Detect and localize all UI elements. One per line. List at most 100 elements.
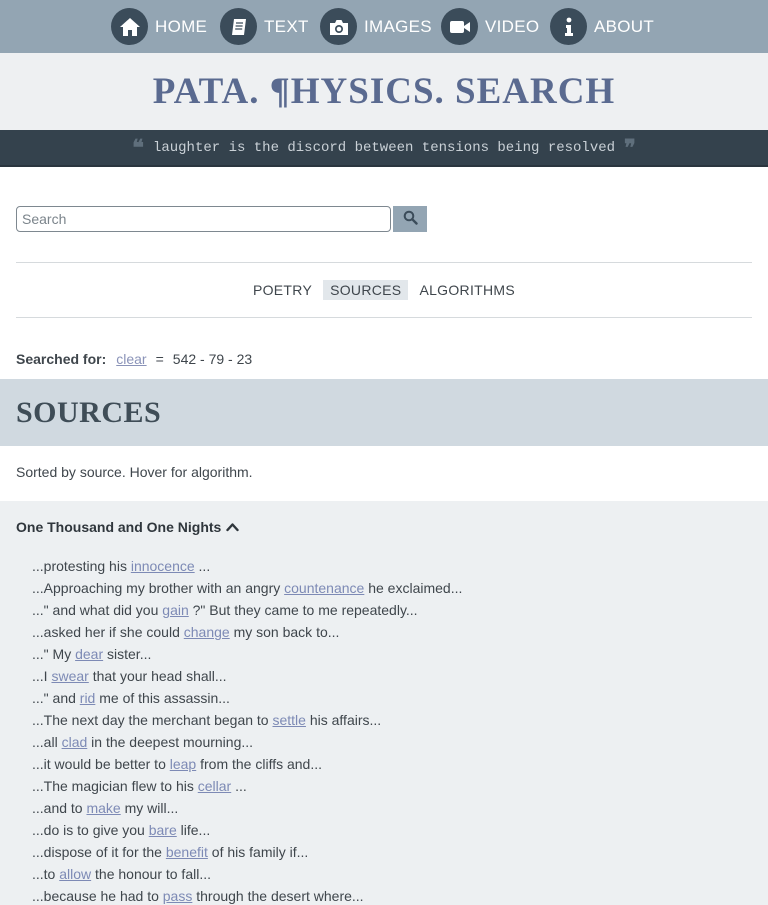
nav-images[interactable]: IMAGES (320, 8, 432, 45)
home-icon (111, 8, 148, 45)
snippet-text: ...because he had to (32, 888, 163, 904)
keyword-link[interactable]: dear (75, 646, 103, 662)
snippet-item: ...to allow the honour to fall... (32, 863, 462, 885)
snippet-text: ...dispose of it for the (32, 844, 166, 860)
snippet-list: ...protesting his innocence ... ...Appro… (32, 555, 462, 905)
snippet-text: ...The magician flew to his (32, 778, 198, 794)
search-button[interactable] (393, 206, 427, 232)
quote-bar: ❝ laughter is the discord between tensio… (0, 130, 768, 167)
snippet-text: ?" But they came to me repeatedly... (188, 602, 418, 618)
snippet-text: ...it would be better to (32, 756, 170, 772)
source-group-toggle[interactable]: One Thousand and One Nights (16, 519, 240, 535)
snippet-item: ...because he had to pass through the de… (32, 885, 462, 905)
keyword-link[interactable]: settle (272, 712, 305, 728)
snippet-text: of his family if... (207, 844, 309, 860)
snippet-item: ..." and what did you gain ?" But they c… (32, 599, 462, 621)
keyword-link[interactable]: leap (170, 756, 196, 772)
searched-for: Searched for: clear = 542 - 79 - 23 (16, 351, 252, 367)
sources-title: SOURCES (16, 395, 162, 429)
search-icon (403, 210, 418, 228)
snippet-text: ...The next day the merchant began to (32, 712, 273, 728)
snippet-text: in the deepest mourning... (87, 734, 254, 750)
close-quote-icon: ❞ (624, 134, 636, 160)
keyword-link[interactable]: innocence (131, 558, 195, 574)
snippet-item: ...asked her if she could change my son … (32, 621, 462, 643)
snippet-text: the honour to fall... (91, 866, 211, 882)
result-counts: 542 - 79 - 23 (172, 351, 253, 367)
keyword-link[interactable]: allow (59, 866, 91, 882)
snippet-text: ..." and (32, 690, 80, 706)
snippet-text: ...to (32, 866, 60, 882)
search-input[interactable] (16, 206, 391, 232)
snippet-text: ...protesting his (32, 558, 131, 574)
nav-video[interactable]: VIDEO (441, 8, 539, 45)
snippet-item: ..." and rid me of this assassin... (32, 687, 462, 709)
snippet-item: ..." My dear sister... (32, 643, 462, 665)
equals-sign: = (155, 351, 164, 367)
snippet-text: that your head shall... (88, 668, 227, 684)
snippet-text: through the desert where... (192, 888, 364, 904)
snippet-text: ...Approaching my brother with an angry (32, 580, 285, 596)
tab-algorithms[interactable]: ALGORITHMS (412, 280, 522, 300)
keyword-link[interactable]: countenance (284, 580, 364, 596)
info-icon (550, 8, 587, 45)
sort-note: Sorted by source. Hover for algorithm. (16, 464, 253, 480)
snippet-item: ...do is to give you bare life... (32, 819, 462, 841)
nav-text-label: TEXT (264, 16, 309, 36)
snippet-text: ..." and what did you (32, 602, 163, 618)
snippet-text: ...I (32, 668, 52, 684)
tab-sources[interactable]: SOURCES (323, 279, 409, 300)
snippet-text: ..." My (32, 646, 76, 662)
keyword-link[interactable]: bare (149, 822, 177, 838)
divider (16, 262, 752, 263)
snippet-text: my will... (120, 800, 179, 816)
snippet-text: his affairs... (305, 712, 382, 728)
keyword-link[interactable]: cellar (198, 778, 231, 794)
chevron-up-icon (226, 519, 240, 535)
keyword-link[interactable]: gain (162, 602, 188, 618)
snippet-item: ...and to make my will... (32, 797, 462, 819)
snippet-text: ...asked her if she could (32, 624, 184, 640)
snippet-text: my son back to... (229, 624, 340, 640)
nav-about-label: ABOUT (594, 16, 655, 36)
camera-icon (320, 8, 357, 45)
result-tabs: POETRY SOURCES ALGORITHMS (0, 279, 768, 300)
nav-images-label: IMAGES (364, 16, 432, 36)
snippet-text: life... (176, 822, 211, 838)
open-quote-icon: ❝ (132, 134, 144, 160)
nav-about[interactable]: ABOUT (550, 8, 654, 45)
snippet-text: ...do is to give you (32, 822, 149, 838)
searched-term-link[interactable]: clear (116, 351, 146, 367)
site-header: PATA. ¶HYSICS. SEARCH (0, 53, 768, 130)
source-group-title: One Thousand and One Nights (16, 519, 222, 535)
nav-home[interactable]: HOME (111, 8, 207, 45)
keyword-link[interactable]: change (184, 624, 230, 640)
keyword-link[interactable]: swear (51, 668, 88, 684)
snippet-item: ...protesting his innocence ... (32, 555, 462, 577)
snippet-text: he exclaimed... (364, 580, 463, 596)
snippet-item: ...Approaching my brother with an angry … (32, 577, 462, 599)
snippet-item: ...all clad in the deepest mourning... (32, 731, 462, 753)
keyword-link[interactable]: make (86, 800, 120, 816)
keyword-link[interactable]: benefit (166, 844, 208, 860)
site-title[interactable]: PATA. ¶HYSICS. SEARCH (153, 70, 615, 113)
snippet-text: from the cliffs and... (196, 756, 323, 772)
tab-poetry[interactable]: POETRY (246, 280, 319, 300)
snippet-item: ...dispose of it for the benefit of his … (32, 841, 462, 863)
nav-text[interactable]: TEXT (220, 8, 309, 45)
top-nav: HOME TEXT IMAGES VIDEO ABOUT (0, 0, 768, 53)
keyword-link[interactable]: rid (80, 690, 96, 706)
results-panel: One Thousand and One Nights ...protestin… (0, 501, 768, 905)
nav-home-label: HOME (155, 16, 208, 36)
book-icon (220, 8, 257, 45)
divider (16, 317, 752, 318)
nav-video-label: VIDEO (485, 16, 540, 36)
snippet-text: ... (231, 778, 247, 794)
snippet-text: me of this assassin... (95, 690, 230, 706)
snippet-item: ...The next day the merchant began to se… (32, 709, 462, 731)
keyword-link[interactable]: clad (62, 734, 88, 750)
keyword-link[interactable]: pass (163, 888, 193, 904)
quote-text: laughter is the discord between tensions… (152, 139, 616, 156)
snippet-item: ...it would be better to leap from the c… (32, 753, 462, 775)
searched-for-label: Searched for: (16, 351, 107, 367)
